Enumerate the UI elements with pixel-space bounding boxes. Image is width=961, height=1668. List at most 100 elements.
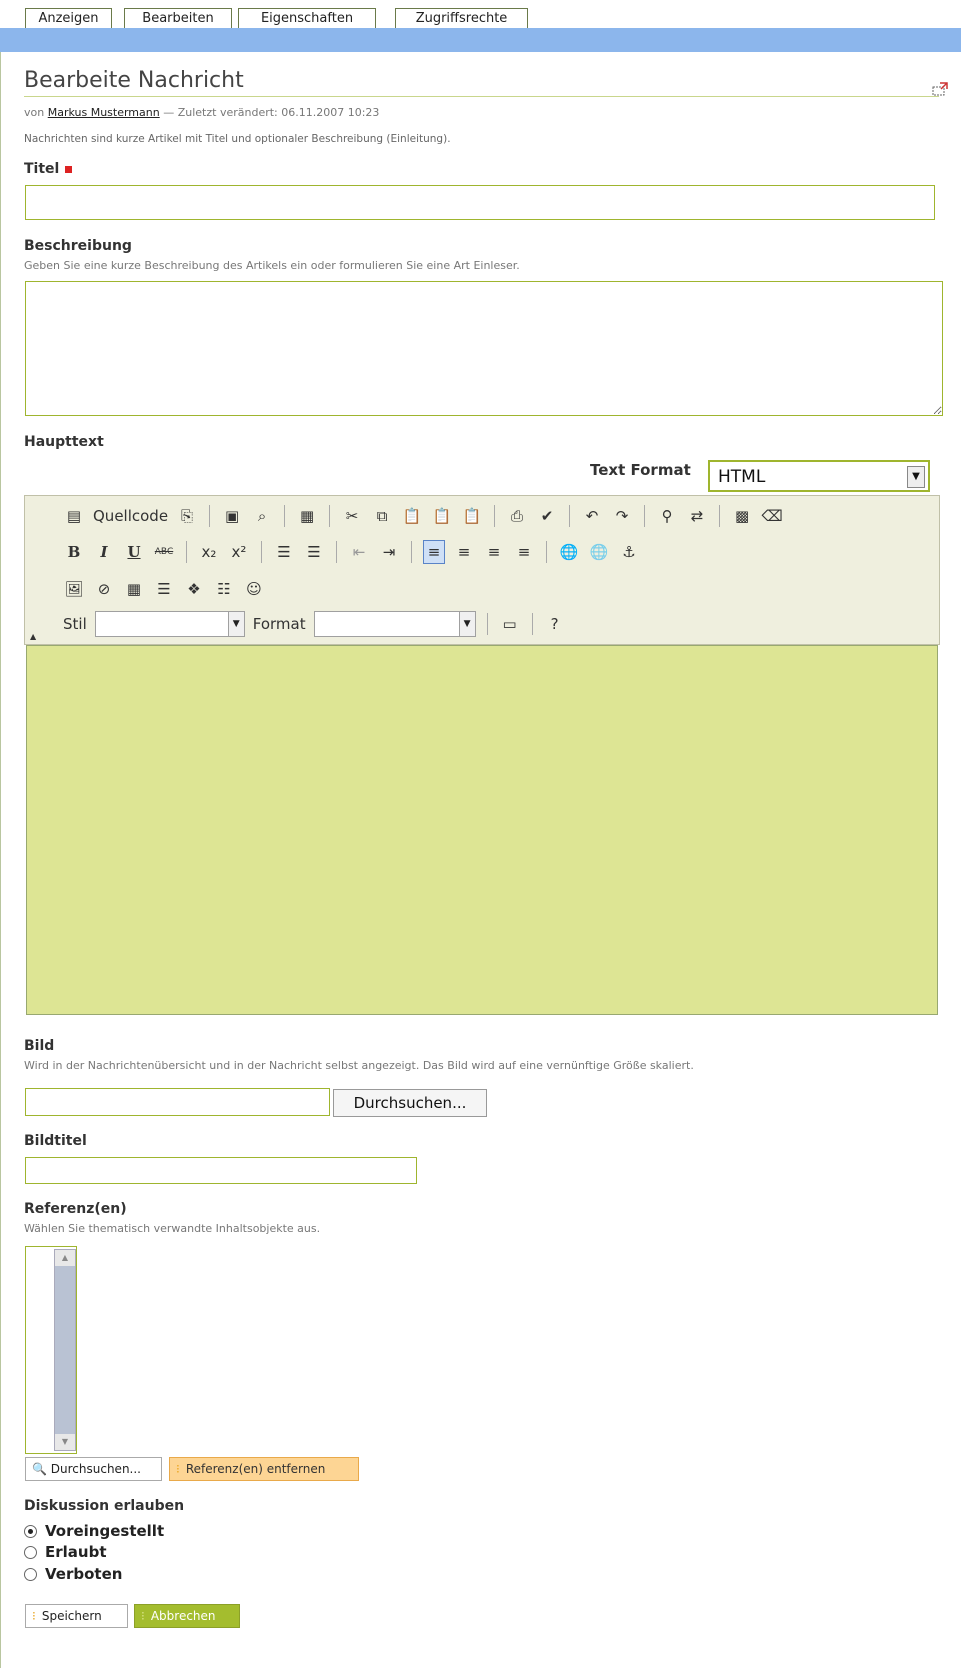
radio-button[interactable] xyxy=(24,1567,37,1581)
unordered-list-icon[interactable]: ☰ xyxy=(303,540,325,564)
byline-prefix: von xyxy=(24,106,45,119)
radio-voreingestellt[interactable]: Voreingestellt xyxy=(24,1522,164,1540)
special-char-icon[interactable]: ❖ xyxy=(183,577,205,601)
chevron-down-icon: ▼ xyxy=(458,612,475,636)
superscript-button[interactable]: x² xyxy=(228,540,250,564)
author-link[interactable]: Markus Mustermann xyxy=(48,106,160,119)
bullet-icon: ⁝ xyxy=(176,1462,180,1476)
align-justify-icon[interactable]: ≡ xyxy=(513,540,535,564)
wysiwyg-editor-area[interactable] xyxy=(26,645,938,1015)
tab-underline-bar xyxy=(0,28,961,52)
select-all-icon[interactable]: ▩ xyxy=(731,504,753,528)
style-select[interactable]: ▼ xyxy=(94,611,245,637)
cancel-button[interactable]: ⁝ Abbrechen xyxy=(134,1604,240,1628)
text-format-select[interactable]: HTML ▼ xyxy=(708,460,930,492)
print-icon[interactable]: ⎙ xyxy=(506,504,528,528)
tab-bar: Anzeigen Bearbeiten Eigenschaften Zugrif… xyxy=(0,0,961,29)
indent-icon[interactable]: ⇥ xyxy=(378,540,400,564)
undo-icon[interactable]: ↶ xyxy=(581,504,603,528)
bild-label: Bild xyxy=(24,1038,55,1054)
replace-icon[interactable]: ⇄ xyxy=(686,504,708,528)
document-icon[interactable]: ▦ xyxy=(296,504,318,528)
spellcheck-icon[interactable]: ✔ xyxy=(536,504,558,528)
referenzen-browse-label: Durchsuchen... xyxy=(50,1462,141,1476)
byline: von Markus Mustermann — Zuletzt veränder… xyxy=(24,106,379,119)
bold-button[interactable]: B xyxy=(63,540,85,564)
source-icon[interactable]: ▤ xyxy=(63,504,85,528)
page-break-icon[interactable]: ☷ xyxy=(213,577,235,601)
source-button[interactable]: Quellcode xyxy=(93,507,168,525)
save-label: Speichern xyxy=(41,1609,102,1623)
paste-word-icon[interactable]: 📋 xyxy=(461,504,483,528)
tab-eigenschaften[interactable]: Eigenschaften xyxy=(238,8,376,29)
radio-erlaubt[interactable]: Erlaubt xyxy=(24,1543,107,1561)
unlink-icon[interactable]: 🌐 xyxy=(588,540,610,564)
align-right-icon[interactable]: ≡ xyxy=(483,540,505,564)
format-select[interactable]: ▼ xyxy=(313,611,476,637)
align-left-icon[interactable]: ≡ xyxy=(423,540,445,564)
bildtitel-input[interactable] xyxy=(25,1157,417,1184)
radio-label: Voreingestellt xyxy=(45,1522,165,1540)
help-icon[interactable]: ? xyxy=(544,612,566,636)
bild-browse-button[interactable]: Durchsuchen... xyxy=(333,1089,487,1117)
referenzen-remove-button[interactable]: ⁝ Referenz(en) entfernen xyxy=(169,1457,359,1481)
paste-icon[interactable]: 📋 xyxy=(401,504,423,528)
redo-icon[interactable]: ↷ xyxy=(611,504,633,528)
template-icon[interactable]: ⎘ xyxy=(176,504,198,528)
anchor-icon[interactable]: ⚓ xyxy=(618,540,640,564)
referenzen-browse-button[interactable]: 🔍 Durchsuchen... xyxy=(25,1457,162,1481)
page-description: Nachrichten sind kurze Artikel mit Titel… xyxy=(24,133,451,145)
subscript-button[interactable]: x₂ xyxy=(198,540,220,564)
tab-zugriffsrechte[interactable]: Zugriffsrechte xyxy=(395,8,528,29)
referenzen-listbox[interactable]: ▲ ▼ xyxy=(25,1246,77,1454)
radio-label: Verboten xyxy=(45,1565,123,1583)
scroll-up-icon[interactable]: ▲ xyxy=(55,1250,75,1266)
tab-anzeigen[interactable]: Anzeigen xyxy=(25,8,112,29)
radio-verboten[interactable]: Verboten xyxy=(24,1565,122,1583)
title-divider xyxy=(24,96,939,97)
horizontal-rule-icon[interactable]: ☰ xyxy=(153,577,175,601)
save-button[interactable]: ⁝ Speichern xyxy=(25,1604,128,1628)
align-center-icon[interactable]: ≡ xyxy=(453,540,475,564)
radio-button[interactable] xyxy=(24,1545,37,1559)
strikethrough-button[interactable]: ABC xyxy=(153,540,175,564)
titel-input[interactable] xyxy=(25,185,935,220)
flash-icon[interactable]: ⊘ xyxy=(93,577,115,601)
toolbar-separator xyxy=(644,505,646,527)
cut-icon[interactable]: ✂ xyxy=(341,504,363,528)
toolbar-separator xyxy=(336,541,337,563)
paste-text-icon[interactable]: 📋 xyxy=(431,504,453,528)
scroll-down-icon[interactable]: ▼ xyxy=(55,1434,75,1450)
radio-label: Erlaubt xyxy=(45,1543,107,1561)
italic-button[interactable]: I xyxy=(93,540,115,564)
save-icon[interactable]: ▣ xyxy=(221,504,243,528)
smiley-icon[interactable]: ☺ xyxy=(243,577,265,601)
listbox-scrollbar[interactable]: ▲ ▼ xyxy=(54,1249,76,1451)
table-icon[interactable]: ▦ xyxy=(123,577,145,601)
radio-button[interactable] xyxy=(24,1524,37,1538)
bild-file-input[interactable] xyxy=(25,1088,330,1116)
toolbar-separator xyxy=(486,613,488,635)
toolbar-separator xyxy=(209,505,211,527)
preview-icon[interactable]: ⌕ xyxy=(251,504,273,528)
underline-button[interactable]: U xyxy=(123,540,145,564)
toolbar-separator xyxy=(329,505,331,527)
tab-bearbeiten[interactable]: Bearbeiten xyxy=(124,8,232,29)
cancel-label: Abbrechen xyxy=(150,1609,216,1623)
beschreibung-hint: Geben Sie eine kurze Beschreibung des Ar… xyxy=(24,259,520,272)
chevron-down-icon: ▼ xyxy=(907,466,925,488)
image-icon[interactable]: 🖼 xyxy=(63,577,85,601)
find-icon[interactable]: ⚲ xyxy=(656,504,678,528)
ordered-list-icon[interactable]: ☰ xyxy=(273,540,295,564)
beschreibung-label: Beschreibung xyxy=(24,238,132,254)
fullscreen-icon[interactable] xyxy=(932,82,948,96)
collapse-toolbar-icon[interactable]: ▲ xyxy=(30,632,36,641)
copy-icon[interactable]: ⧉ xyxy=(371,504,393,528)
outdent-icon[interactable]: ⇤ xyxy=(348,540,370,564)
maximize-icon[interactable]: ▭ xyxy=(499,612,521,636)
toolbar-separator xyxy=(186,541,187,563)
eraser-icon[interactable]: ⌫ xyxy=(761,504,783,528)
beschreibung-textarea[interactable] xyxy=(25,281,943,416)
link-icon[interactable]: 🌐 xyxy=(558,540,580,564)
wysiwyg-toolbar: ▤ Quellcode ⎘ ▣ ⌕ ▦ ✂ ⧉ 📋 📋 📋 ⎙ ✔ ↶ ↷ ⚲ … xyxy=(24,495,940,645)
